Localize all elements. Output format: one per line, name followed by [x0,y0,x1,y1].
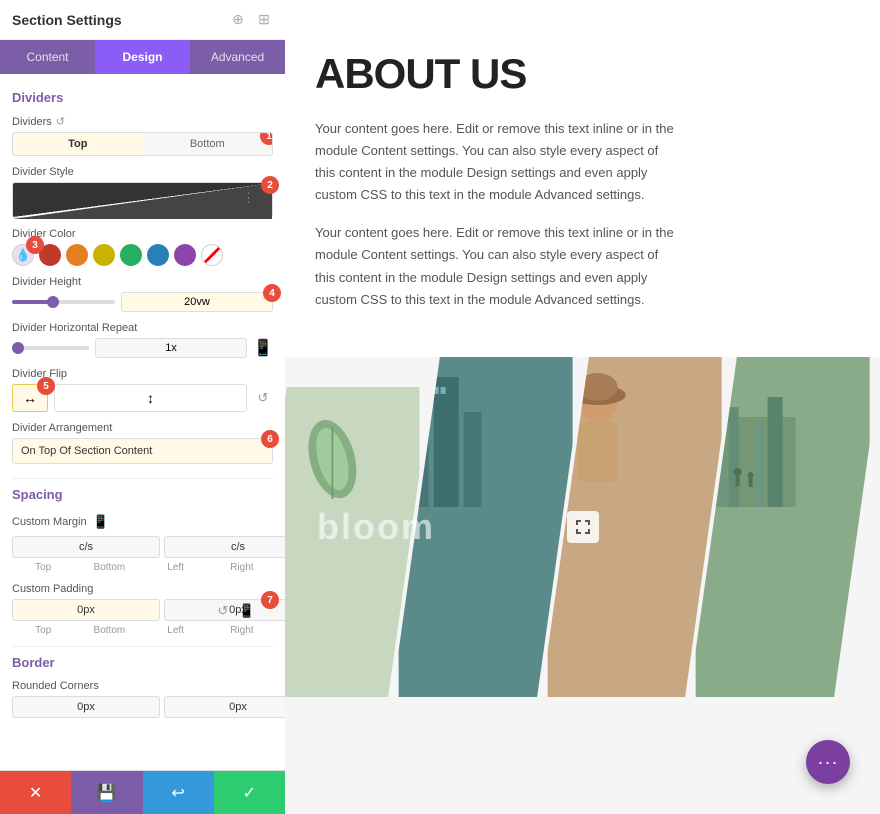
gallery-section: bloom [285,357,880,697]
corners-inputs: 0px 0px [12,696,273,718]
color-blue[interactable] [147,244,169,266]
color-yellow[interactable] [93,244,115,266]
bottom-toolbar: ✕ 💾 ↩ ✓ [0,770,285,814]
repeat-slider[interactable] [12,346,89,350]
badge-7: 7 [261,591,279,609]
color-green[interactable] [120,244,142,266]
fab-button[interactable]: ··· [806,740,850,784]
divider-style-label: Divider Style [12,166,273,178]
section-divider-1 [12,478,273,479]
margin-right-label: Right [211,562,273,573]
tabs: Content Design Advanced [0,40,285,74]
divider-flip-row: ↔ 5 ↕ ↺ [12,384,273,412]
margin-left-label: Left [145,562,207,573]
margin-top-input[interactable]: c/s [12,536,160,558]
save-button[interactable]: 💾 [71,771,142,814]
badge-6: 6 [261,430,279,448]
repeat-slider-thumb[interactable] [12,342,24,354]
divider-style-preview[interactable] [12,182,273,218]
badge-3: 3 [26,236,44,254]
divider-tabs: Top Bottom 1 [12,132,273,156]
tab-design[interactable]: Design [95,40,190,74]
divider-arrangement-row: On Top Of Section Content 6 [12,438,273,464]
arrangement-select[interactable]: On Top Of Section Content [12,438,273,464]
dividers-reset-icon[interactable]: ↺ [56,115,65,128]
panel-header: Section Settings ⊕ ⊞ [0,0,285,40]
repeat-responsive-icon[interactable]: 📱 [253,338,273,358]
margin-top-label: Top [12,562,74,573]
margin-inputs: c/s c/s c/s c/s [12,536,273,558]
bloom-text: bloom [317,506,435,548]
padding-top-input[interactable]: 0px [12,599,160,621]
divider-height-label: Divider Height [12,276,273,288]
close-button[interactable]: ✕ [0,771,71,814]
margin-label: Custom Margin 📱 [12,512,273,532]
padding-label: Custom Padding [12,583,273,595]
padding-responsive-icon[interactable]: 📱 [237,601,257,621]
padding-labels: Top Bottom Left Right [12,625,273,636]
badge-5: 5 [37,377,55,395]
divider-repeat-label: Divider Horizontal Repeat [12,322,273,334]
dividers-section-title: Dividers [12,90,273,105]
about-title: ABOUT US [315,50,820,98]
about-text-1: Your content goes here. Edit or remove t… [315,118,675,206]
left-panel: Section Settings ⊕ ⊞ Content Design Adva… [0,0,285,814]
color-purple[interactable] [174,244,196,266]
divider-color-label: Divider Color [12,228,273,240]
padding-top-label: Top [12,625,74,636]
corner-tr-input[interactable]: 0px [164,696,285,718]
padding-right-label: Right [211,625,273,636]
about-section: ABOUT US Your content goes here. Edit or… [285,0,880,357]
dividers-label: Dividers ↺ [12,115,273,128]
about-text-2: Your content goes here. Edit or remove t… [315,222,675,310]
color-orange[interactable] [66,244,88,266]
padding-reset-icon[interactable]: ↺ [213,601,233,621]
flip-horizontal-btn[interactable]: ↔ 5 [12,384,48,412]
right-content: ABOUT US Your content goes here. Edit or… [285,0,880,814]
corners-label: Rounded Corners [12,680,273,692]
section-divider-2 [12,646,273,647]
fullscreen-icon[interactable]: ⊕ [229,11,247,29]
style-options-icon[interactable]: ⋮ [242,190,255,206]
height-slider-thumb[interactable] [47,296,59,308]
height-value-input[interactable]: 20vw [121,292,273,312]
spacing-section-title: Spacing [12,487,273,502]
border-section-title: Border [12,655,273,670]
color-swatches: 💧 3 [12,244,273,266]
divider-repeat-row: 1x 📱 [12,338,273,358]
divider-height-row: 20vw 4 [12,292,273,312]
expand-icon[interactable] [567,511,599,543]
tab-top[interactable]: Top [13,133,143,155]
tab-bottom[interactable]: Bottom [143,133,273,155]
margin-responsive-icon[interactable]: 📱 [91,512,111,532]
confirm-button[interactable]: ✓ [214,771,285,814]
color-transparent[interactable] [201,244,223,266]
undo-button[interactable]: ↩ [143,771,214,814]
tab-advanced[interactable]: Advanced [190,40,285,74]
margin-bottom-label: Bottom [78,562,140,573]
panel-content: Dividers Dividers ↺ Top Bottom 1 Divider… [0,74,285,770]
flip-reset-icon[interactable]: ↺ [253,388,273,408]
badge-4: 4 [263,284,281,302]
height-slider[interactable] [12,300,115,304]
panel-title: Section Settings [12,12,122,28]
margin-bottom-input[interactable]: c/s [164,536,285,558]
padding-bottom-label: Bottom [78,625,140,636]
padding-left-label: Left [145,625,207,636]
margin-labels: Top Bottom Left Right [12,562,273,573]
tab-content[interactable]: Content [0,40,95,74]
divider-arrangement-label: Divider Arrangement [12,422,273,434]
panel-header-icons: ⊕ ⊞ [229,11,273,29]
corner-tl-input[interactable]: 0px [12,696,160,718]
repeat-value-input[interactable]: 1x [95,338,247,358]
layout-icon[interactable]: ⊞ [255,11,273,29]
flip-vertical-btn[interactable]: ↕ [54,384,247,412]
badge-2: 2 [261,176,279,194]
